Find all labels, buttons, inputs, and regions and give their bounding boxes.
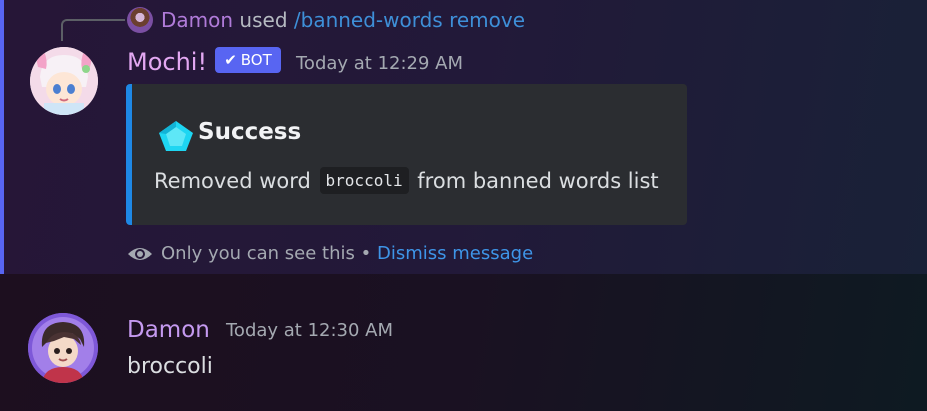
dismiss-message-link[interactable]: Dismiss message (377, 243, 533, 264)
star-gem-icon (159, 121, 193, 151)
bot-message-timestamp[interactable]: Today at 12:29 AM (296, 51, 463, 77)
eye-icon (128, 248, 152, 260)
embed-desc-after: from banned words list (417, 169, 659, 193)
checkmark-icon: ✔ (224, 51, 237, 69)
bot-avatar[interactable] (30, 47, 98, 115)
success-embed: Success Removed word broccoli from banne… (126, 84, 687, 225)
user-avatar[interactable] (28, 313, 98, 383)
bot-badge: ✔ BOT (215, 47, 281, 73)
notice-separator: • (360, 243, 372, 264)
bot-badge-label: BOT (240, 51, 272, 69)
embed-desc-before: Removed word (154, 169, 311, 193)
user-message-content: broccoli (127, 354, 213, 379)
reply-avatar[interactable] (127, 7, 153, 33)
embed-title: Success (198, 119, 302, 145)
bot-username[interactable]: Mochi! (127, 46, 207, 78)
reply-command[interactable]: /banned-words remove (294, 8, 525, 32)
inline-code-word: broccoli (319, 167, 409, 194)
user-username[interactable]: Damon (127, 314, 210, 346)
reply-connector (61, 19, 125, 41)
reply-used-text: used (239, 8, 288, 32)
user-message-timestamp[interactable]: Today at 12:30 AM (226, 318, 393, 344)
ephemeral-message: Damon used /banned-words remove Mochi! ✔… (0, 0, 927, 274)
ephemeral-notice-text: Only you can see this (161, 243, 355, 264)
embed-description: Removed word broccoli from banned words … (154, 165, 659, 197)
command-reply-context: Damon used /banned-words remove (161, 7, 525, 33)
ephemeral-highlight-bar (0, 0, 4, 274)
reply-username[interactable]: Damon (161, 8, 233, 32)
